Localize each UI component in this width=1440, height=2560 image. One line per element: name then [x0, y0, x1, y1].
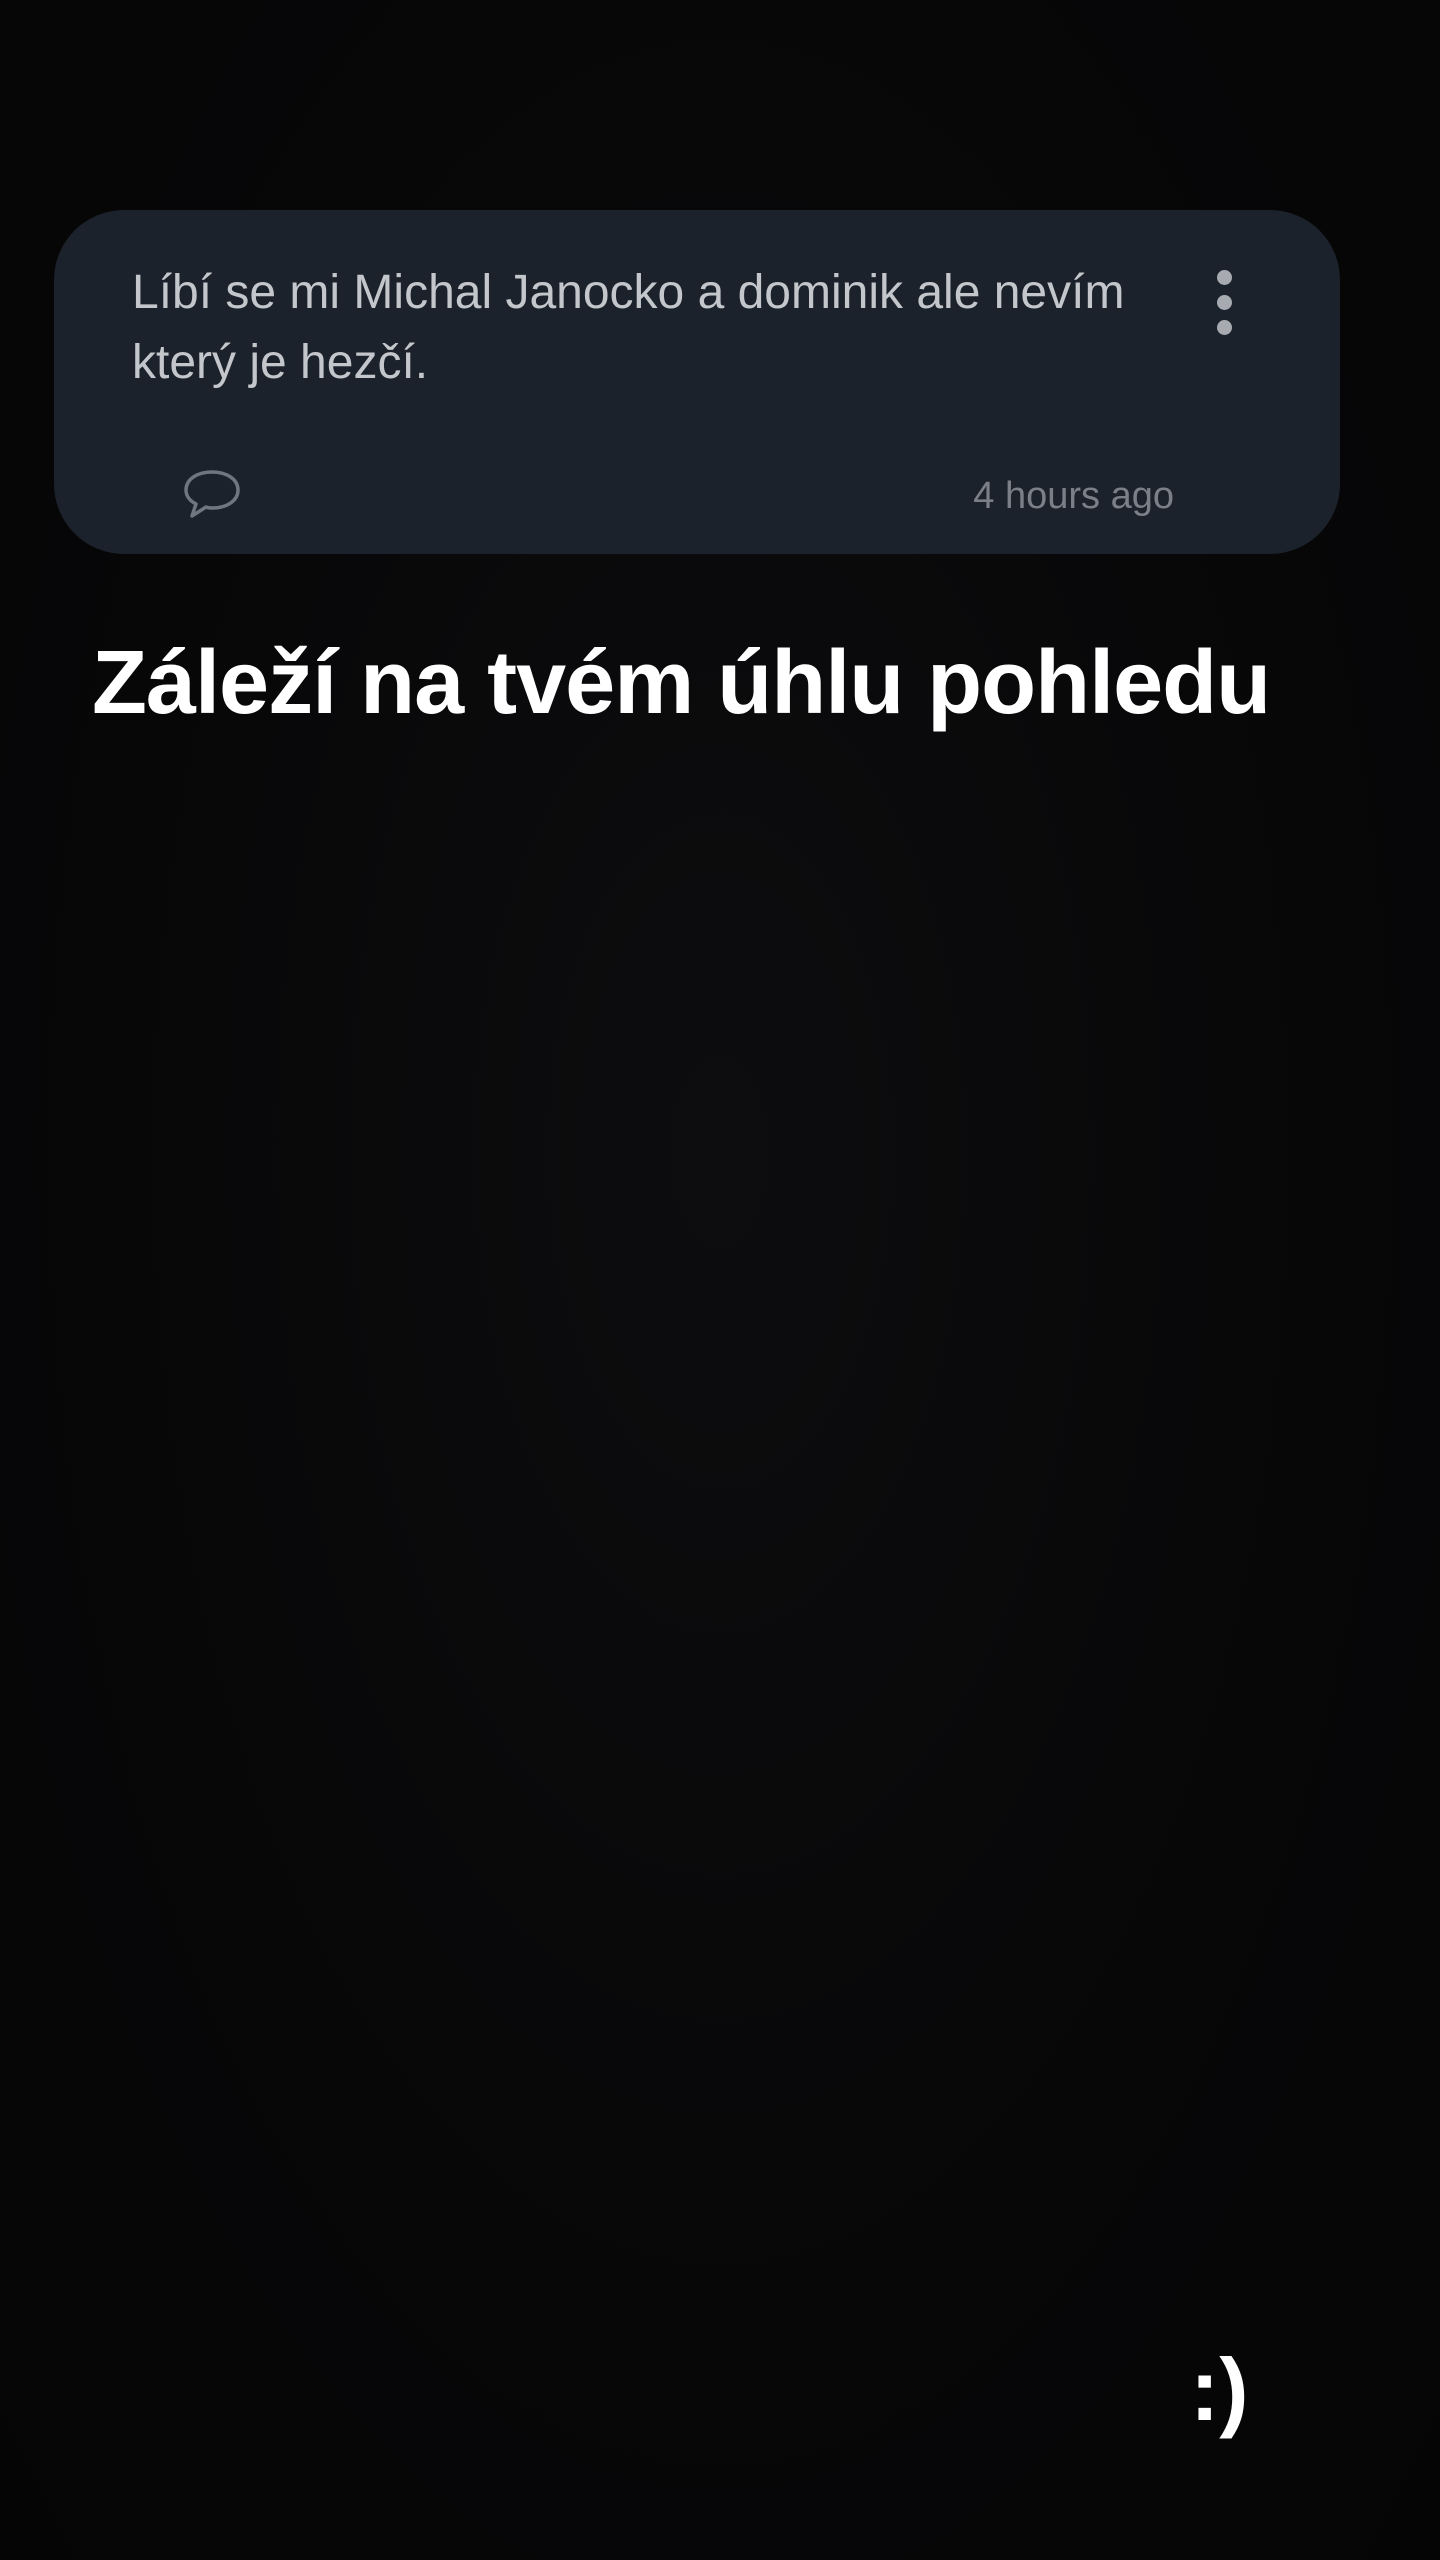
- smiley-sticker: :): [1190, 2340, 1249, 2439]
- comment-bubble-icon: [184, 470, 240, 518]
- comment-button[interactable]: [180, 466, 244, 522]
- more-vertical-icon-dot: [1216, 319, 1232, 335]
- more-vertical-icon: [1216, 269, 1232, 285]
- question-card[interactable]: Líbí se mi Michal Janocko a dominik ale …: [54, 210, 1340, 554]
- more-vertical-icon-dot: [1216, 294, 1232, 310]
- question-timestamp: 4 hours ago: [973, 475, 1174, 517]
- more-options-button[interactable]: [1204, 262, 1244, 342]
- question-text: Líbí se mi Michal Janocko a dominik ale …: [132, 266, 1125, 389]
- answer-text: Záleží na tvém úhlu pohledu: [92, 633, 1271, 733]
- story-screen: Líbí se mi Michal Janocko a dominik ale …: [0, 0, 1440, 2560]
